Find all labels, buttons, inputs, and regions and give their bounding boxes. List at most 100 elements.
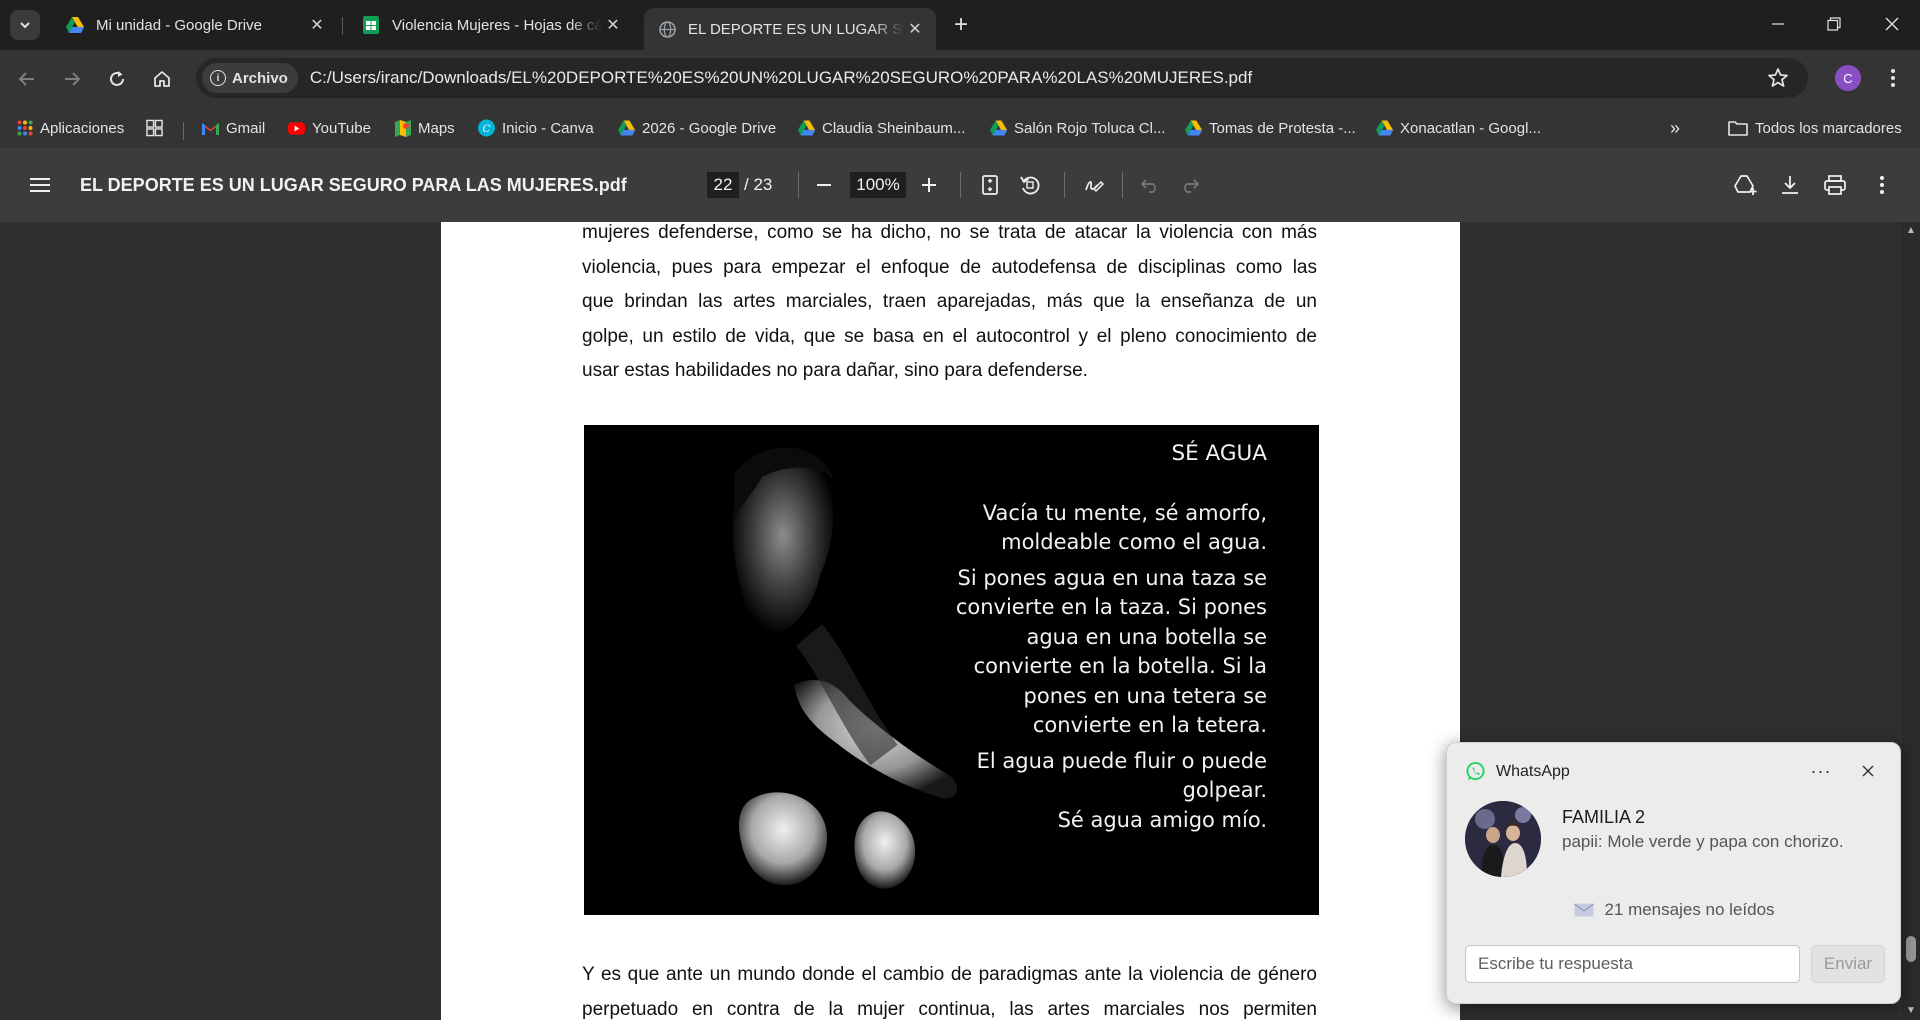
new-tab-button[interactable]: + <box>948 11 974 38</box>
envelope-icon <box>1574 903 1595 917</box>
bookmarks-overflow-button[interactable]: » <box>1670 116 1680 140</box>
restore-button[interactable] <box>1806 0 1862 48</box>
pdf-more-button[interactable] <box>1868 171 1896 199</box>
folder-icon <box>1728 120 1748 137</box>
text-line: perpetuado en contra de la mujer continu… <box>582 998 1317 1020</box>
bookmark-apps[interactable]: Aplicaciones <box>16 116 124 140</box>
bookmark-maps[interactable]: Maps <box>394 116 455 140</box>
notification-message: papii: Mole verde y papa con chorizo. <box>1562 832 1844 851</box>
toolbar-divider <box>960 172 961 198</box>
forward-button[interactable] <box>56 63 88 95</box>
martial-artist-figure <box>732 447 957 889</box>
bookmark-tomas[interactable]: Tomas de Protesta -... <box>1185 116 1356 140</box>
notification-more-button[interactable]: ··· <box>1807 759 1835 783</box>
whatsapp-notification[interactable]: WhatsApp ··· FAMILIA 2 papii: Mole verde… <box>1446 742 1901 1004</box>
redo-icon <box>1184 179 1200 193</box>
quote-line: Vacía tu mente, sé amorfo, <box>982 500 1267 525</box>
drive-add-icon <box>1734 175 1757 195</box>
save-to-drive-button[interactable] <box>1732 171 1760 199</box>
rotate-button[interactable] <box>1016 171 1044 199</box>
unread-count: 21 mensajes no leídos <box>1447 900 1902 920</box>
page-number-input[interactable]: 22 <box>707 172 739 198</box>
site-info-chip[interactable]: i Archivo <box>202 63 298 93</box>
bookmark-drive-2026[interactable]: 2026 - Google Drive <box>618 116 776 140</box>
tab-separator <box>342 17 343 35</box>
fit-page-icon <box>982 175 998 195</box>
toolbar-divider <box>798 172 799 198</box>
bookmark-separator <box>183 122 184 140</box>
window-close-button[interactable] <box>1864 0 1920 48</box>
close-icon <box>1862 765 1874 777</box>
tab-groups-button[interactable] <box>146 116 170 140</box>
tab-google-sheets[interactable]: Violencia Mujeres - Hojas de cálculo ✕ <box>348 6 634 44</box>
paragraph: Y es que ante un mundo donde el cambio d… <box>582 958 1317 1020</box>
tab-google-drive[interactable]: Mi unidad - Google Drive ✕ <box>52 6 338 44</box>
reload-icon <box>110 71 124 86</box>
redo-button[interactable] <box>1176 171 1204 199</box>
quote-line: moldeable como el agua. <box>1001 530 1267 554</box>
bookmark-gmail[interactable]: Gmail <box>202 116 265 140</box>
bookmark-xonacatlan[interactable]: Xonacatlan - Googl... <box>1376 116 1541 140</box>
quote-line: convierte en la tetera. <box>1032 713 1267 737</box>
print-button[interactable] <box>1821 171 1849 199</box>
more-horizontal-icon: ··· <box>1810 760 1832 781</box>
close-icon[interactable]: ✕ <box>306 14 328 36</box>
all-bookmarks-button[interactable]: Todos los marcadores <box>1728 116 1902 140</box>
back-button[interactable] <box>11 63 43 95</box>
hamburger-menu-icon <box>30 178 50 192</box>
tab-groups-icon <box>146 119 163 137</box>
send-button[interactable]: Enviar <box>1811 945 1885 983</box>
bookmark-canva[interactable]: C Inicio - Canva <box>478 116 594 140</box>
notification-sender: FAMILIA 2 <box>1562 807 1646 827</box>
tab-pdf-active[interactable]: EL DEPORTE ES UN LUGAR SEGURO PARA LAS M… <box>644 8 936 50</box>
close-icon[interactable]: ✕ <box>602 14 624 36</box>
bookmark-claudia[interactable]: Claudia Sheinbaum... <box>798 116 965 140</box>
profile-avatar[interactable]: C <box>1835 65 1861 91</box>
minimize-icon <box>1772 23 1784 25</box>
page-total: / 23 <box>744 175 773 194</box>
zoom-in-button[interactable] <box>915 171 943 199</box>
scroll-up-arrow[interactable]: ▲ <box>1906 226 1916 236</box>
url-text[interactable]: C:/Users/iranc/Downloads/EL%20DEPORTE%20… <box>310 68 1252 88</box>
text-line: golpe, un estilo de vida, que se basa en… <box>582 325 1317 347</box>
plus-icon: + <box>953 11 968 38</box>
undo-button[interactable] <box>1136 171 1164 199</box>
tab-search-button[interactable] <box>10 10 40 40</box>
google-sheets-icon <box>362 16 380 34</box>
scroll-down-arrow[interactable]: ▼ <box>1906 1006 1916 1016</box>
notification-close-button[interactable] <box>1855 759 1881 783</box>
gmail-icon <box>202 120 219 137</box>
zoom-input[interactable]: 100% <box>850 172 906 198</box>
scroll-thumb[interactable] <box>1906 936 1916 962</box>
google-drive-icon <box>798 120 815 137</box>
bookmark-salon-rojo[interactable]: Salón Rojo Toluca Cl... <box>990 116 1165 140</box>
bookmark-label: 2026 - Google Drive <box>642 119 777 137</box>
bookmark-youtube[interactable]: YouTube <box>288 116 371 140</box>
browser-menu-button[interactable] <box>1880 64 1906 92</box>
home-icon <box>154 71 170 87</box>
reload-button[interactable] <box>101 63 133 95</box>
home-button[interactable] <box>146 63 178 95</box>
quote-line: golpear. <box>1182 778 1267 802</box>
address-bar[interactable]: i Archivo C:/Users/iranc/Downloads/EL%20… <box>196 58 1808 98</box>
text-line: usar estas habilidades no para dañar, si… <box>582 360 1088 381</box>
close-icon[interactable]: ✕ <box>904 18 926 40</box>
bookmark-label: Claudia Sheinbaum... <box>822 119 966 137</box>
sidebar-menu-button[interactable] <box>26 171 54 199</box>
rotate-icon <box>1020 176 1040 195</box>
unread-label: 21 mensajes no leídos <box>1604 900 1775 919</box>
vertical-scrollbar[interactable]: ▲ ▼ <box>1902 222 1920 1020</box>
star-icon[interactable] <box>1766 66 1790 90</box>
bookmark-label: Tomas de Protesta -... <box>1209 119 1356 137</box>
close-icon <box>1885 17 1899 31</box>
quote-image: SÉ AGUA Vacía tu mente, sé amorfo, molde… <box>584 425 1319 915</box>
text-line: que brindan las artes marciales, traen a… <box>582 291 1317 312</box>
zoom-out-button[interactable] <box>810 171 838 199</box>
fit-page-button[interactable] <box>976 171 1004 199</box>
bookmarks-bar: Aplicaciones Gmail YouTube Maps C Inicio… <box>0 108 1920 148</box>
draw-button[interactable] <box>1080 171 1108 199</box>
bookmark-label: Inicio - Canva <box>502 119 594 137</box>
minimize-button[interactable] <box>1750 0 1806 48</box>
reply-input[interactable] <box>1465 945 1800 983</box>
download-button[interactable] <box>1776 171 1804 199</box>
